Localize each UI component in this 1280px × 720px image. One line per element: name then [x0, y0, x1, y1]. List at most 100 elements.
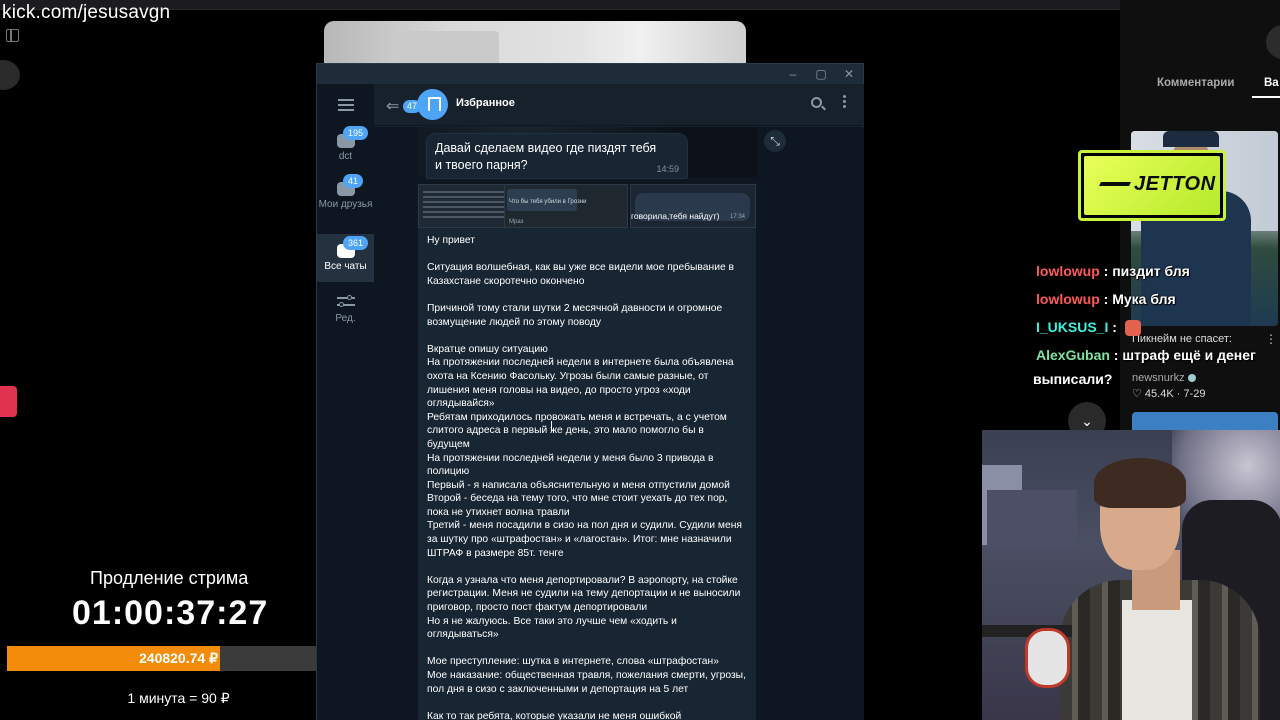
- more-vertical-icon[interactable]: ⋮: [1265, 332, 1277, 346]
- folder-all-chats[interactable]: 361 Все чаты: [317, 234, 374, 282]
- tab-second[interactable]: Ва: [1264, 77, 1279, 89]
- message-blank-line: [427, 642, 749, 656]
- message-bubble[interactable]: Давай сделаем видео где пиздят тебя и тв…: [426, 133, 688, 179]
- sliders-icon: [336, 294, 355, 308]
- chat-title[interactable]: Избранное: [456, 97, 515, 109]
- emote-icon: [1124, 320, 1141, 337]
- webcam-feed: [982, 430, 1280, 720]
- chat-text: выписали?: [1033, 371, 1113, 387]
- folder-label: Ред.: [335, 313, 356, 324]
- stream-screen: kick.com/jesusavgn Продление стрима 01:0…: [0, 0, 1280, 720]
- panel-tabs: Комментарии Ва: [1120, 74, 1280, 96]
- browser-top-strip: [0, 0, 1280, 10]
- message-paragraph: Ну привет: [427, 235, 475, 246]
- menu-icon[interactable]: [338, 99, 354, 111]
- message-time: 14:59: [656, 164, 679, 174]
- sidebar-toggle-icon[interactable]: [6, 29, 19, 42]
- folder-badge: 41: [343, 174, 364, 188]
- active-tab-underline: [1252, 96, 1280, 98]
- chat-message: lowlowup : Мука бля: [1036, 291, 1176, 307]
- message-blank-line: [427, 248, 749, 262]
- image-thumbnails[interactable]: Что бы тебя убили в Грозни Мраз говорила…: [418, 184, 756, 228]
- message-paragraph: Мое наказание: общественная травля, поже…: [427, 670, 746, 695]
- chat-header: ⇐ 47 Избранное: [374, 84, 864, 126]
- chat-sep: :: [1108, 319, 1121, 335]
- window-titlebar: – ▢ ✕: [317, 64, 863, 84]
- message-blank-line: [427, 288, 749, 302]
- chat-message: lowlowup : пиздит бля: [1036, 263, 1190, 279]
- channel-name[interactable]: newsnurkz: [1132, 372, 1196, 384]
- message-paragraph: Третий - меня посадили в сизо на пол дня…: [427, 520, 742, 559]
- extension-progress-bar: 240820.74 ₽: [7, 646, 350, 671]
- chat-text: Мука бля: [1112, 291, 1176, 307]
- video-stats: ♡ 45.4K · 7-29: [1132, 388, 1206, 400]
- folder-badge: 361: [343, 236, 369, 250]
- long-message-text: Ну привет Ситуация волшебная, как вы уже …: [427, 234, 749, 720]
- telegram-window: – ▢ ✕ 195 dct 41 Мои друзья 361 Все чаты: [316, 63, 864, 720]
- message-text: Давай сделаем видео где пиздят тебя и тв…: [435, 141, 657, 172]
- red-side-tab[interactable]: [0, 386, 17, 417]
- folder-my-friends[interactable]: 41 Мои друзья: [317, 174, 374, 232]
- minimize-icon[interactable]: –: [785, 66, 801, 82]
- screenshot-thumbnail[interactable]: Что бы тебя убили в Грозни Мраз: [504, 184, 628, 228]
- channel-label: newsnurkz: [1132, 372, 1185, 384]
- message-paragraph: Когда я узнала что меня депортировали? В…: [427, 574, 741, 614]
- extension-timer: 01:00:37:27: [72, 594, 269, 632]
- message-paragraph: Вкратце опишу ситуацию: [427, 343, 548, 355]
- back-button[interactable]: ⇐ 47: [386, 94, 422, 115]
- message-paragraph: Но я не жалуюсь. Все таки это лучше чем …: [427, 615, 677, 641]
- message-paragraph: Ситуация волшебная, как вы уже все видел…: [427, 262, 735, 287]
- thumbnail-text: Что бы тебя убили в Грозни: [509, 199, 587, 205]
- message-paragraph: Мое преступление: шутка в интернете, сло…: [427, 656, 719, 668]
- screenshot-thumbnail[interactable]: говорила,тебя найдут) 17:34: [630, 184, 756, 228]
- message-paragraph: Причиной тому стали шутки 2 месячной дав…: [427, 302, 723, 328]
- jetton-logo: JETTON: [1134, 173, 1216, 195]
- thumbnail-sender: Мраз: [509, 219, 524, 225]
- chat-text: пиздит бля: [1112, 263, 1190, 279]
- message-paragraph: Первый - я написала объяснительную и мен…: [427, 479, 730, 491]
- chat-username: I_UKSUS_I: [1036, 319, 1109, 335]
- chat-username: AlexGuban: [1036, 347, 1110, 363]
- left-round-button[interactable]: [0, 60, 20, 90]
- folder-label: Все чаты: [324, 261, 367, 272]
- chat-sep: :: [1099, 263, 1113, 279]
- search-icon[interactable]: [811, 97, 822, 108]
- thumbnail-time: 17:34: [729, 214, 745, 220]
- message-blank-line: [427, 560, 749, 574]
- next-video-thumbnail[interactable]: [1132, 412, 1278, 432]
- close-icon[interactable]: ✕: [841, 66, 857, 82]
- message-paragraph: На протяжении последней недели в интерне…: [427, 357, 734, 410]
- verified-icon: [1187, 374, 1196, 383]
- extension-amount: 240820.74 ₽: [139, 650, 218, 666]
- chat-message: AlexGuban : штраф ещё и денег: [1036, 347, 1256, 363]
- chat-username: lowlowup: [1036, 263, 1100, 279]
- tab-comments[interactable]: Комментарии: [1157, 77, 1234, 89]
- chat-message: I_UKSUS_I :: [1036, 319, 1141, 337]
- collapse-arrows-icon[interactable]: ⤡: [764, 130, 786, 152]
- extension-title: Продление стрима: [90, 568, 249, 588]
- maximize-icon[interactable]: ▢: [813, 66, 829, 82]
- long-message-bubble[interactable]: Ну привет Ситуация волшебная, как вы уже …: [418, 228, 756, 720]
- chat-text: штраф ещё и денег: [1122, 347, 1256, 363]
- jetton-ad-banner[interactable]: JETTON: [1078, 150, 1226, 221]
- message-blank-line: [427, 329, 749, 343]
- thumbnail-text: говорила,тебя найдут): [631, 211, 720, 221]
- more-vertical-icon[interactable]: [843, 95, 846, 109]
- message-paragraph: Второй - беседа на тему того, что мне ст…: [427, 493, 728, 518]
- folder-edit[interactable]: Ред.: [317, 294, 374, 334]
- video-title[interactable]: Пикнейм не спасет:: [1132, 333, 1232, 345]
- message-paragraph: Как то так ребята, которые указали не ме…: [427, 710, 682, 720]
- jetton-arrow-icon: [1099, 182, 1131, 186]
- folder-dct[interactable]: 195 dct: [317, 126, 374, 172]
- extension-rate: 1 минута = 90 ₽: [127, 690, 230, 706]
- chat-sep: :: [1109, 347, 1123, 363]
- back-arrow-icon: ⇐: [386, 98, 400, 115]
- stream-url-overlay: kick.com/jesusavgn: [2, 2, 171, 23]
- message-blank-line: [427, 696, 749, 710]
- chat-sep: :: [1099, 291, 1113, 307]
- message-paragraph: Ребятам приходилось провожать меня и вст…: [427, 411, 727, 450]
- chat-messages-area[interactable]: Давай сделаем видео где пиздят тебя и тв…: [374, 127, 864, 720]
- saved-messages-bookmark-icon[interactable]: [417, 89, 448, 120]
- folder-badge: 195: [343, 126, 369, 140]
- folder-sidebar: 195 dct 41 Мои друзья 361 Все чаты Ред.: [317, 84, 374, 720]
